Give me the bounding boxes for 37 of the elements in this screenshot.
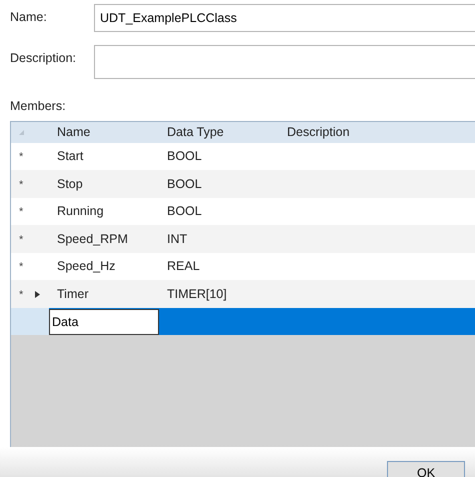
table-cell: Start — [49, 142, 159, 170]
table-row[interactable]: Data — [11, 308, 475, 336]
row-marker: * — [19, 206, 24, 218]
table-cell: Speed_Hz — [49, 252, 159, 280]
table-cell: BOOL — [159, 170, 279, 198]
expand-icon[interactable] — [35, 290, 40, 298]
table-cell: BOOL — [159, 142, 279, 170]
name-input[interactable]: Data — [49, 308, 159, 334]
table-cell: REAL — [159, 252, 279, 280]
table-row[interactable]: * Stop BOOL — [11, 170, 475, 198]
table-row[interactable]: * Speed_RPM INT — [11, 225, 475, 253]
table-cell: Stop — [49, 170, 159, 198]
members-label: Members: — [9, 98, 66, 115]
table-cell: TIMER[10] — [159, 280, 279, 308]
table-cell: Timer — [49, 280, 159, 308]
row-marker: * — [19, 288, 24, 301]
ok-button[interactable]: OK — [387, 461, 465, 477]
row-marker: * — [19, 261, 24, 274]
table-row[interactable]: * Running BOOL — [11, 198, 475, 226]
table-row[interactable]: * Start BOOL — [11, 142, 475, 170]
row-marker: * — [19, 178, 24, 191]
row-marker: * — [19, 151, 24, 164]
description-label: Description: — [9, 50, 77, 67]
name-field[interactable]: UDT_ExamplePLCClass — [94, 4, 475, 32]
column-header[interactable]: Description — [279, 122, 475, 143]
table-cell: INT — [159, 225, 279, 253]
table-cell: BOOL — [159, 198, 279, 226]
table-row[interactable]: * Timer TIMER[10] — [11, 280, 475, 308]
column-header[interactable]: Name — [49, 122, 159, 143]
row-marker: * — [19, 234, 24, 246]
name-label: Name: — [9, 9, 48, 26]
description-field[interactable] — [94, 45, 475, 79]
column-header[interactable]: Data Type — [159, 122, 279, 143]
table-cell: Running — [49, 198, 159, 226]
corner-icon — [19, 130, 24, 136]
table-cell: Speed_RPM — [49, 225, 159, 253]
table-row[interactable]: * Speed_Hz REAL — [11, 252, 475, 280]
